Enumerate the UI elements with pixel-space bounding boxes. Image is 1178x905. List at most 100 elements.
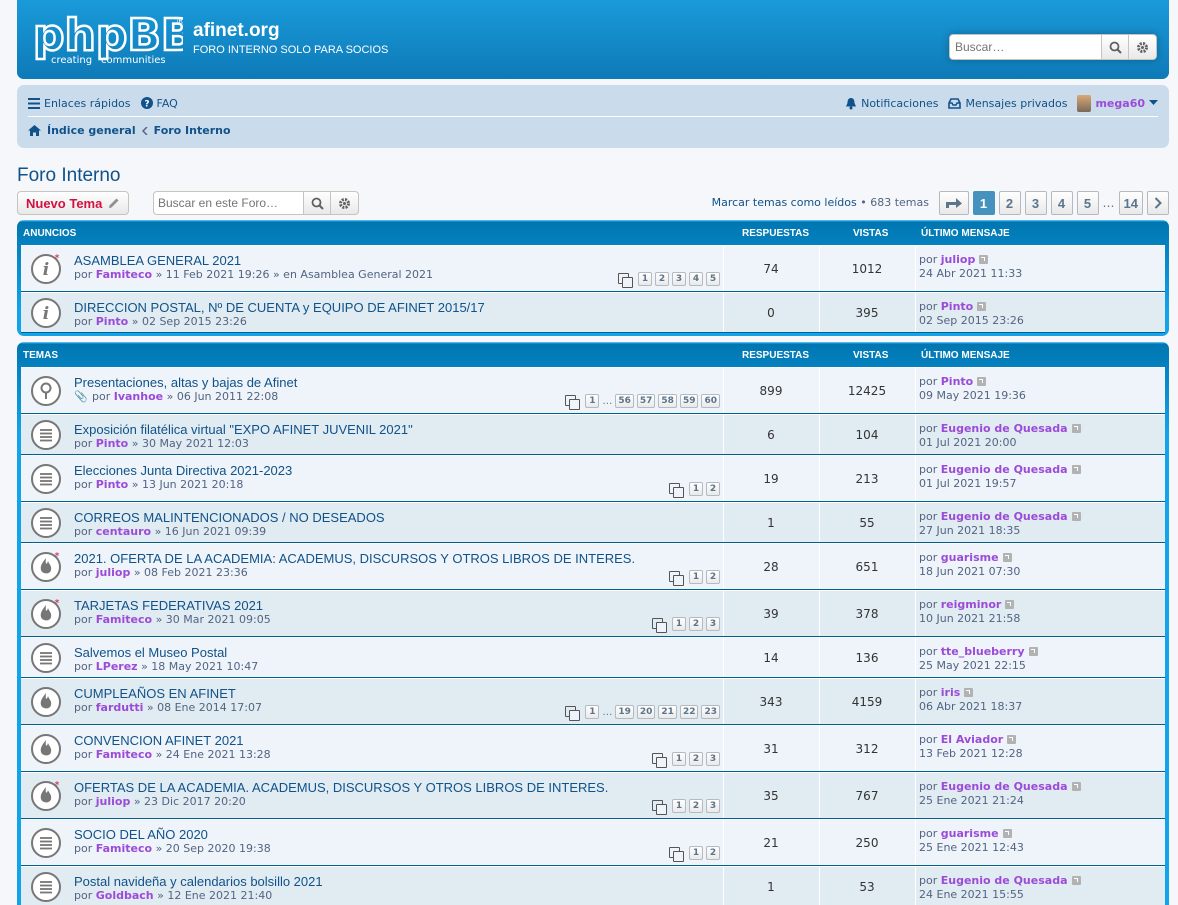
next-page-button[interactable] [1147,191,1169,215]
topic-title-link[interactable]: TARJETAS FEDERATIVAS 2021 [74,598,263,613]
topic-author-link[interactable]: Famiteco [96,748,152,761]
last-post-author-link[interactable]: tte_blueberry [941,645,1025,658]
quick-links-button[interactable]: Enlaces rápidos [28,97,131,110]
topic-title-link[interactable]: CUMPLEAÑOS EN AFINET [74,686,236,701]
advanced-search-button[interactable] [1129,34,1157,60]
topic-author-link[interactable]: Pinto [96,478,128,491]
topic-page-link[interactable]: 2 [689,617,703,631]
last-post-author-link[interactable]: Pinto [941,300,973,313]
topic-author-link[interactable]: Famiteco [96,842,152,855]
page-14[interactable]: 14 [1118,191,1143,215]
last-post-author-link[interactable]: Eugenio de Quesada [941,780,1068,793]
last-post-author-link[interactable]: Eugenio de Quesada [941,422,1068,435]
phpbb-logo[interactable]: phpBB ® creating communities [33,10,183,66]
topic-author-link[interactable]: fardutti [96,701,144,714]
topic-page-link[interactable]: 59 [679,394,699,408]
topic-title-link[interactable]: SOCIO DEL AÑO 2020 [74,827,208,842]
topic-title-link[interactable]: DIRECCION POSTAL, Nº DE CUENTA y EQUIPO … [74,300,485,315]
topic-page-link[interactable]: 58 [658,394,677,408]
last-post-author-link[interactable]: guarisme [941,827,999,840]
topic-page-link[interactable]: 1 [672,617,686,631]
topic-title-link[interactable]: ASAMBLEA GENERAL 2021 [74,253,241,268]
topic-page-link[interactable]: 1 [689,482,703,496]
topic-page-link[interactable]: 2 [706,570,720,584]
topic-author-link[interactable]: centauro [96,525,151,538]
go-to-post-icon[interactable] [1005,600,1015,609]
topic-page-link[interactable]: 19 [615,705,634,719]
go-to-post-icon[interactable] [1071,782,1081,791]
topic-author-link[interactable]: Pinto [96,437,128,450]
page-4[interactable]: 4 [1050,191,1073,215]
last-post-author-link[interactable]: Eugenio de Quesada [941,510,1068,523]
go-to-post-icon[interactable] [1071,424,1081,433]
mark-topics-read-link[interactable]: Marcar temas como leídos [712,196,857,209]
topic-page-link[interactable]: 23 [701,705,720,719]
topic-page-link[interactable]: 2 [655,272,669,286]
topic-page-link[interactable]: 3 [706,617,720,631]
topic-page-link[interactable]: 2 [706,482,720,496]
topic-page-link[interactable]: 1 [689,570,703,584]
topic-page-link[interactable]: 2 [706,846,720,860]
topic-page-link[interactable]: 1 [672,752,686,766]
topic-page-link[interactable]: 22 [679,705,699,719]
topic-page-link[interactable]: 20 [636,705,656,719]
topic-page-link[interactable]: 3 [706,799,720,813]
topic-author-link[interactable]: Pinto [96,315,128,328]
go-to-post-icon[interactable] [1028,647,1038,656]
topic-page-link[interactable]: 2 [689,799,703,813]
last-post-author-link[interactable]: Eugenio de Quesada [941,463,1068,476]
page-5[interactable]: 5 [1076,191,1099,215]
topic-author-link[interactable]: LPerez [96,660,138,673]
page-1[interactable]: 1 [972,191,995,215]
topic-title-link[interactable]: Exposición filatélica virtual "EXPO AFIN… [74,422,413,437]
forum-search-input[interactable] [153,191,303,215]
topic-title-link[interactable]: Salvemos el Museo Postal [74,645,227,660]
breadcrumb-home[interactable]: Índice general [47,124,136,137]
last-post-author-link[interactable]: reigminor [941,598,1002,611]
topic-author-link[interactable]: Famiteco [96,268,152,281]
topic-page-link[interactable]: 2 [689,752,703,766]
topic-page-link[interactable]: 57 [636,394,656,408]
breadcrumb-forum[interactable]: Foro Interno [154,124,231,137]
topic-page-link[interactable]: 3 [672,272,686,286]
last-post-author-link[interactable]: Eugenio de Quesada [941,874,1068,887]
topic-title-link[interactable]: Presentaciones, altas y bajas de Afinet [74,375,297,390]
topic-page-link[interactable]: 1 [585,705,600,719]
topic-page-link[interactable]: 1 [638,272,652,286]
topic-title-link[interactable]: CORREOS MALINTENCIONADOS / NO DESEADOS [74,510,385,525]
topic-page-link[interactable]: 21 [658,705,677,719]
header-search-input[interactable] [949,34,1101,60]
topic-title-link[interactable]: CONVENCION AFINET 2021 [74,733,244,748]
topic-title-link[interactable]: OFERTAS DE LA ACADEMIA. ACADEMUS, DISCUR… [74,780,608,795]
new-topic-button[interactable]: Nuevo Tema [17,191,130,215]
user-menu-button[interactable]: mega60 [1077,94,1158,112]
last-post-author-link[interactable]: El Aviador [941,733,1003,746]
last-post-author-link[interactable]: Pinto [941,375,973,388]
topic-author-link[interactable]: Goldbach [96,889,154,902]
go-to-post-icon[interactable] [1071,465,1081,474]
go-to-post-icon[interactable] [964,688,974,697]
topic-author-link[interactable]: Ivanhoe [114,390,163,403]
page-2[interactable]: 2 [998,191,1021,215]
topic-title-link[interactable]: 2021. OFERTA DE LA ACADEMIA: ACADEMUS, D… [74,551,635,566]
last-post-author-link[interactable]: guarisme [941,551,999,564]
page-title[interactable]: Foro Interno [17,165,121,187]
go-to-post-icon[interactable] [1071,512,1081,521]
topic-author-link[interactable]: Famiteco [96,613,152,626]
go-to-post-icon[interactable] [1002,829,1012,838]
last-post-author-link[interactable]: iris [941,686,961,699]
forum-advanced-search-button[interactable] [331,191,359,215]
topic-title-link[interactable]: Elecciones Junta Directiva 2021-2023 [74,463,292,478]
topic-author-link[interactable]: juliop [96,566,131,579]
site-title[interactable]: afinet.org [193,20,280,42]
go-to-post-icon[interactable] [1071,876,1081,885]
topic-page-link[interactable]: 56 [615,394,634,408]
topic-author-link[interactable]: juliop [96,795,131,808]
topic-page-link[interactable]: 5 [706,272,720,286]
topic-page-link[interactable]: 1 [585,394,600,408]
topic-page-link[interactable]: 3 [706,752,720,766]
topic-title-link[interactable]: Postal navideña y calendarios bolsillo 2… [74,874,323,889]
go-to-post-icon[interactable] [1002,553,1012,562]
topic-page-link[interactable]: 1 [689,846,703,860]
private-messages-link[interactable]: Mensajes privados [948,97,1067,110]
